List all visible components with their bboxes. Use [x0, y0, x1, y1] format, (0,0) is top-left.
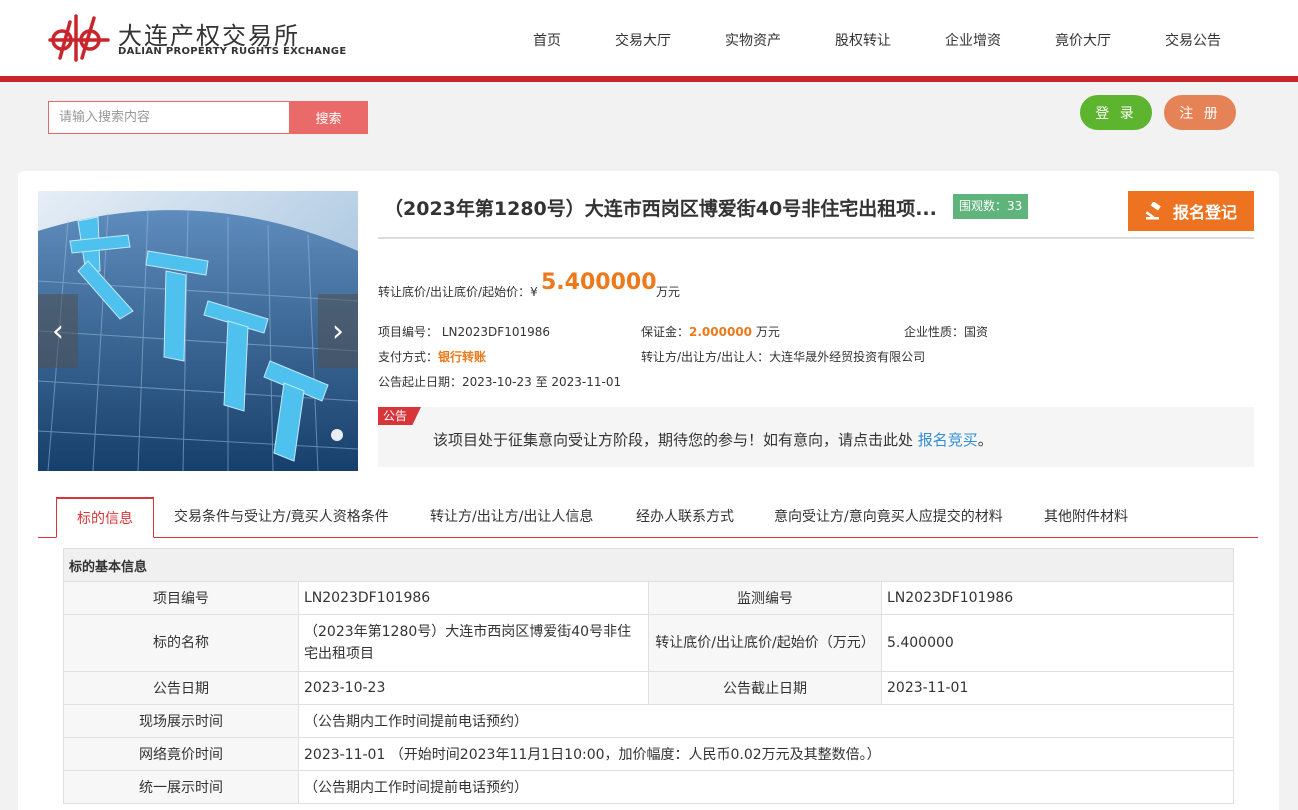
nav-equity-transfer[interactable]: 股权转让 — [835, 30, 891, 50]
login-button[interactable]: 登 录 — [1080, 95, 1152, 130]
row-value: （公告期内工作时间提前电话预约） — [297, 704, 1235, 738]
payment-label: 支付方式： — [378, 350, 439, 364]
announcement-date-range: 2023-10-23 至 2023-11-01 — [462, 375, 622, 389]
announcement-date-info: 公告起止日期：2023-10-23 至 2023-11-01 — [378, 373, 621, 390]
signup-button-label: 报名登记 — [1172, 203, 1237, 222]
deposit-unit: 万元 — [755, 325, 780, 339]
row-label: 现场展示时间 — [63, 704, 299, 738]
carousel-next-button[interactable]: › — [318, 294, 358, 368]
header-divider — [0, 76, 1298, 82]
project-number-label: 项目编号： — [378, 325, 439, 339]
announcement-date-label: 公告起止日期： — [378, 375, 463, 389]
table-row: 现场展示时间 （公告期内工作时间提前电话预约） — [63, 704, 1235, 738]
table-section-header: 标的基本信息 — [62, 548, 1235, 582]
table-row: 统一展示时间 （公告期内工作时间提前电话预约） — [63, 770, 1235, 804]
title-divider — [378, 237, 1254, 239]
enterprise-nature-label: 企业性质： — [904, 325, 965, 339]
payment-info: 支付方式：银行转账 — [378, 348, 486, 365]
row-label: 标的名称 — [63, 614, 299, 672]
payment-value: 银行转账 — [438, 350, 487, 364]
building-photo — [38, 191, 358, 471]
row-label: 统一展示时间 — [63, 770, 299, 804]
price-label-text: 转让底价/出让底价/起始价： — [378, 285, 531, 299]
table-section-title: 标的基本信息 — [62, 548, 1235, 582]
deposit-label: 保证金： — [641, 325, 690, 339]
carousel-indicator-dot[interactable] — [331, 429, 343, 441]
tab-required-materials[interactable]: 意向受让方/意向竟买人应提交的材料 — [774, 497, 1003, 538]
table-row: 项目编号 LN2023DF101986 监测编号 LN2023DF101986 — [63, 581, 1235, 615]
table-row: 标的名称 （2023年第1280号）大连市西岗区博爱街40号非住宅出租项目 转让… — [63, 614, 1235, 672]
enterprise-nature-value: 国资 — [964, 325, 989, 339]
search-input[interactable] — [48, 101, 289, 134]
tab-trading-conditions[interactable]: 交易条件与受让方/竟买人资格条件 — [174, 497, 389, 538]
notice-message: 该项目处于征集意向受让方阶段，期待您的参与！如有意向，请点击此处 — [433, 431, 918, 449]
price-label: 转让底价/出让底价/起始价：¥ — [378, 283, 538, 300]
views-label: 围观数： — [959, 199, 1008, 213]
row-value: （2023年第1280号）大连市西岗区博爱街40号非住宅出租项目 — [298, 614, 649, 672]
notice-text: 该项目处于征集意向受让方阶段，期待您的参与！如有意向，请点击此处 报名竞买。 — [433, 429, 993, 450]
row-value: LN2023DF101986 — [298, 581, 649, 615]
dalian-exchange-logo-icon[interactable] — [46, 14, 112, 62]
row-label: 转让底价/出让底价/起始价（万元） — [648, 614, 882, 672]
signup-register-button[interactable]: 报名登记 — [1128, 191, 1254, 231]
row-label: 公告截止日期 — [648, 671, 882, 705]
row-label: 监测编号 — [648, 581, 882, 615]
brand-name-en: DALIAN PROPERTY RUGHTS EXCHANGE — [118, 46, 347, 57]
row-value: 2023-10-23 — [298, 671, 649, 705]
row-value: （公告期内工作时间提前电话预约） — [297, 770, 1235, 804]
nav-home[interactable]: 首页 — [533, 30, 561, 50]
nav-physical-assets[interactable]: 实物资产 — [725, 30, 781, 50]
enterprise-nature-info: 企业性质：国资 — [904, 323, 988, 340]
tab-subject-info[interactable]: 标的信息 — [56, 497, 154, 538]
nav-trading-hall[interactable]: 交易大厅 — [615, 30, 671, 50]
row-label: 项目编号 — [63, 581, 299, 615]
bid-signup-link[interactable]: 报名竞买 — [918, 431, 978, 449]
row-value: 5.400000 — [880, 614, 1235, 672]
project-image-carousel[interactable] — [38, 191, 358, 471]
transferor-value: 大连华晟外经贸投资有限公司 — [769, 350, 926, 364]
tab-other-attachments[interactable]: 其他附件材料 — [1044, 497, 1128, 538]
row-value: 2023-11-01 （开始时间2023年11月1日10:00，加价幅度：人民币… — [297, 737, 1235, 771]
site-header: 大连产权交易所 DALIAN PROPERTY RUGHTS EXCHANGE … — [0, 0, 1298, 76]
deposit-info: 保证金：2.000000 万元 — [641, 323, 780, 340]
tab-transferor-info[interactable]: 转让方/出让方/出让人信息 — [430, 497, 593, 538]
transferor-info: 转让方/出让方/出让人：大连华晟外经贸投资有限公司 — [641, 348, 925, 365]
search-button[interactable]: 搜索 — [289, 101, 368, 134]
carousel-prev-button[interactable]: ‹ — [38, 294, 78, 368]
project-number-value: LN2023DF101986 — [441, 325, 550, 339]
row-label: 网络竟价时间 — [63, 737, 299, 771]
register-button[interactable]: 注 册 — [1164, 95, 1236, 130]
views-count: 33 — [1007, 199, 1023, 213]
tab-agent-contact[interactable]: 经办人联系方式 — [636, 497, 734, 538]
price-value: 5.400000 — [541, 270, 657, 295]
views-badge: 围观数：33 — [953, 194, 1029, 219]
row-label: 公告日期 — [63, 671, 299, 705]
row-value: 2023-11-01 — [880, 671, 1235, 705]
project-title: （2023年第1280号）大连市西岗区博爱街40号非住宅出租项... — [384, 198, 937, 220]
currency-symbol: ¥ — [530, 285, 538, 299]
chevron-left-icon: ‹ — [52, 313, 64, 349]
nav-announcements[interactable]: 交易公告 — [1165, 30, 1221, 50]
subject-info-table: 标的基本信息 项目编号 LN2023DF101986 监测编号 LN2023DF… — [62, 548, 1235, 804]
price-unit: 万元 — [656, 285, 681, 299]
deposit-value: 2.000000 — [689, 325, 753, 339]
nav-capital-increase[interactable]: 企业增资 — [945, 30, 1001, 50]
nav-bidding-hall[interactable]: 竟价大厅 — [1055, 30, 1111, 50]
table-row: 网络竟价时间 2023-11-01 （开始时间2023年11月1日10:00，加… — [63, 737, 1235, 771]
gavel-icon — [1145, 202, 1161, 220]
row-value: LN2023DF101986 — [880, 581, 1235, 615]
notice-end: 。 — [977, 431, 993, 449]
chevron-right-icon: › — [332, 313, 344, 349]
table-row: 公告日期 2023-10-23 公告截止日期 2023-11-01 — [63, 671, 1235, 705]
transferor-label: 转让方/出让方/出让人： — [641, 350, 770, 364]
project-number-info: 项目编号： LN2023DF101986 — [378, 323, 550, 340]
